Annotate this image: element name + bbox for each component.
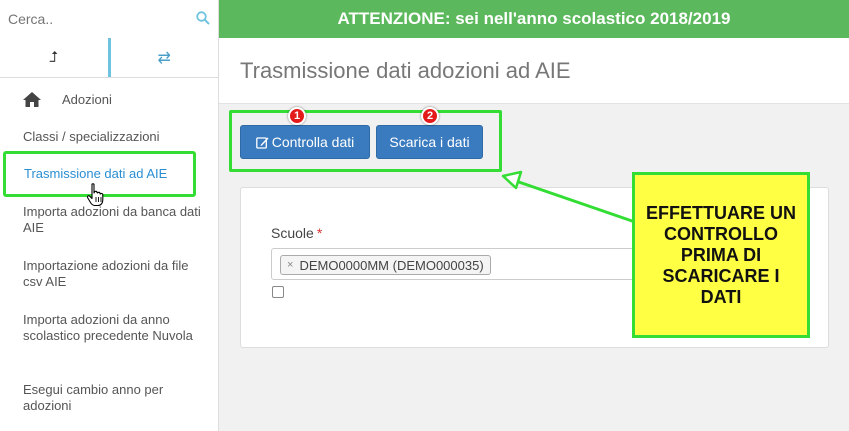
page-header: Trasmissione dati adozioni ad AIE	[219, 38, 849, 104]
sidebar: ⮥ ⇄ Adozioni Classi / specializzazioni T…	[0, 0, 219, 431]
sidebar-item-importa-banca-dati[interactable]: Importa adozioni da banca dati AIE	[0, 204, 218, 236]
arrow-up-icon: ⮥	[49, 49, 59, 66]
sidebar-toggles: ⮥ ⇄	[0, 38, 218, 78]
callout-text: EFFETTUARE UN CONTROLLO PRIMA DI SCARICA…	[646, 202, 796, 307]
callout-arrow	[501, 170, 636, 224]
selected-school-label: DEMO0000MM (DEMO000035)	[299, 257, 484, 273]
sidebar-toggle-up[interactable]: ⮥	[0, 38, 111, 77]
step-badge-1: 1	[288, 107, 306, 125]
selected-school-chip: × DEMO0000MM (DEMO000035)	[280, 255, 491, 275]
home-icon	[23, 91, 41, 107]
search-bar	[0, 0, 218, 38]
retweet-icon: ⇄	[157, 49, 171, 67]
instruction-callout: EFFETTUARE UN CONTROLLO PRIMA DI SCARICA…	[632, 172, 810, 338]
schools-checkbox[interactable]	[272, 286, 284, 298]
sidebar-item-label: Trasmissione dati ad AIE	[24, 166, 168, 181]
search-input[interactable]	[0, 0, 218, 38]
school-year-banner: ATTENZIONE: sei nell'anno scolastico 201…	[219, 0, 849, 38]
sidebar-item-importazione-csv[interactable]: Importazione adozioni da file csv AIE	[0, 258, 218, 290]
sidebar-toggle-switch[interactable]: ⇄	[111, 38, 219, 77]
sidebar-item-adozioni[interactable]: Adozioni	[0, 78, 218, 120]
schools-label-text: Scuole	[271, 225, 314, 241]
step-badge-2: 2	[421, 107, 439, 125]
required-mark: *	[316, 225, 323, 241]
check-data-button[interactable]: Controlla dati	[240, 125, 370, 159]
check-data-label: Controlla dati	[271, 134, 355, 150]
search-icon[interactable]	[196, 11, 210, 25]
schools-field-label: Scuole *	[271, 225, 322, 241]
download-data-label: Scarica i dati	[389, 134, 470, 150]
banner-text: ATTENZIONE: sei nell'anno scolastico 201…	[337, 9, 731, 28]
edit-icon	[255, 136, 269, 149]
download-data-button[interactable]: Scarica i dati	[376, 125, 483, 159]
sidebar-item-importa-anno-precedente[interactable]: Importa adozioni da anno scolastico prec…	[0, 312, 218, 344]
sidebar-item-label: Adozioni	[62, 91, 112, 107]
schools-select[interactable]: × DEMO0000MM (DEMO000035)	[271, 248, 641, 280]
sidebar-item-classi[interactable]: Classi / specializzazioni	[0, 129, 170, 145]
chip-remove-icon[interactable]: ×	[287, 259, 293, 271]
sidebar-item-cambio-anno[interactable]: Esegui cambio anno per adozioni	[0, 382, 218, 414]
page-title: Trasmissione dati adozioni ad AIE	[240, 58, 571, 83]
